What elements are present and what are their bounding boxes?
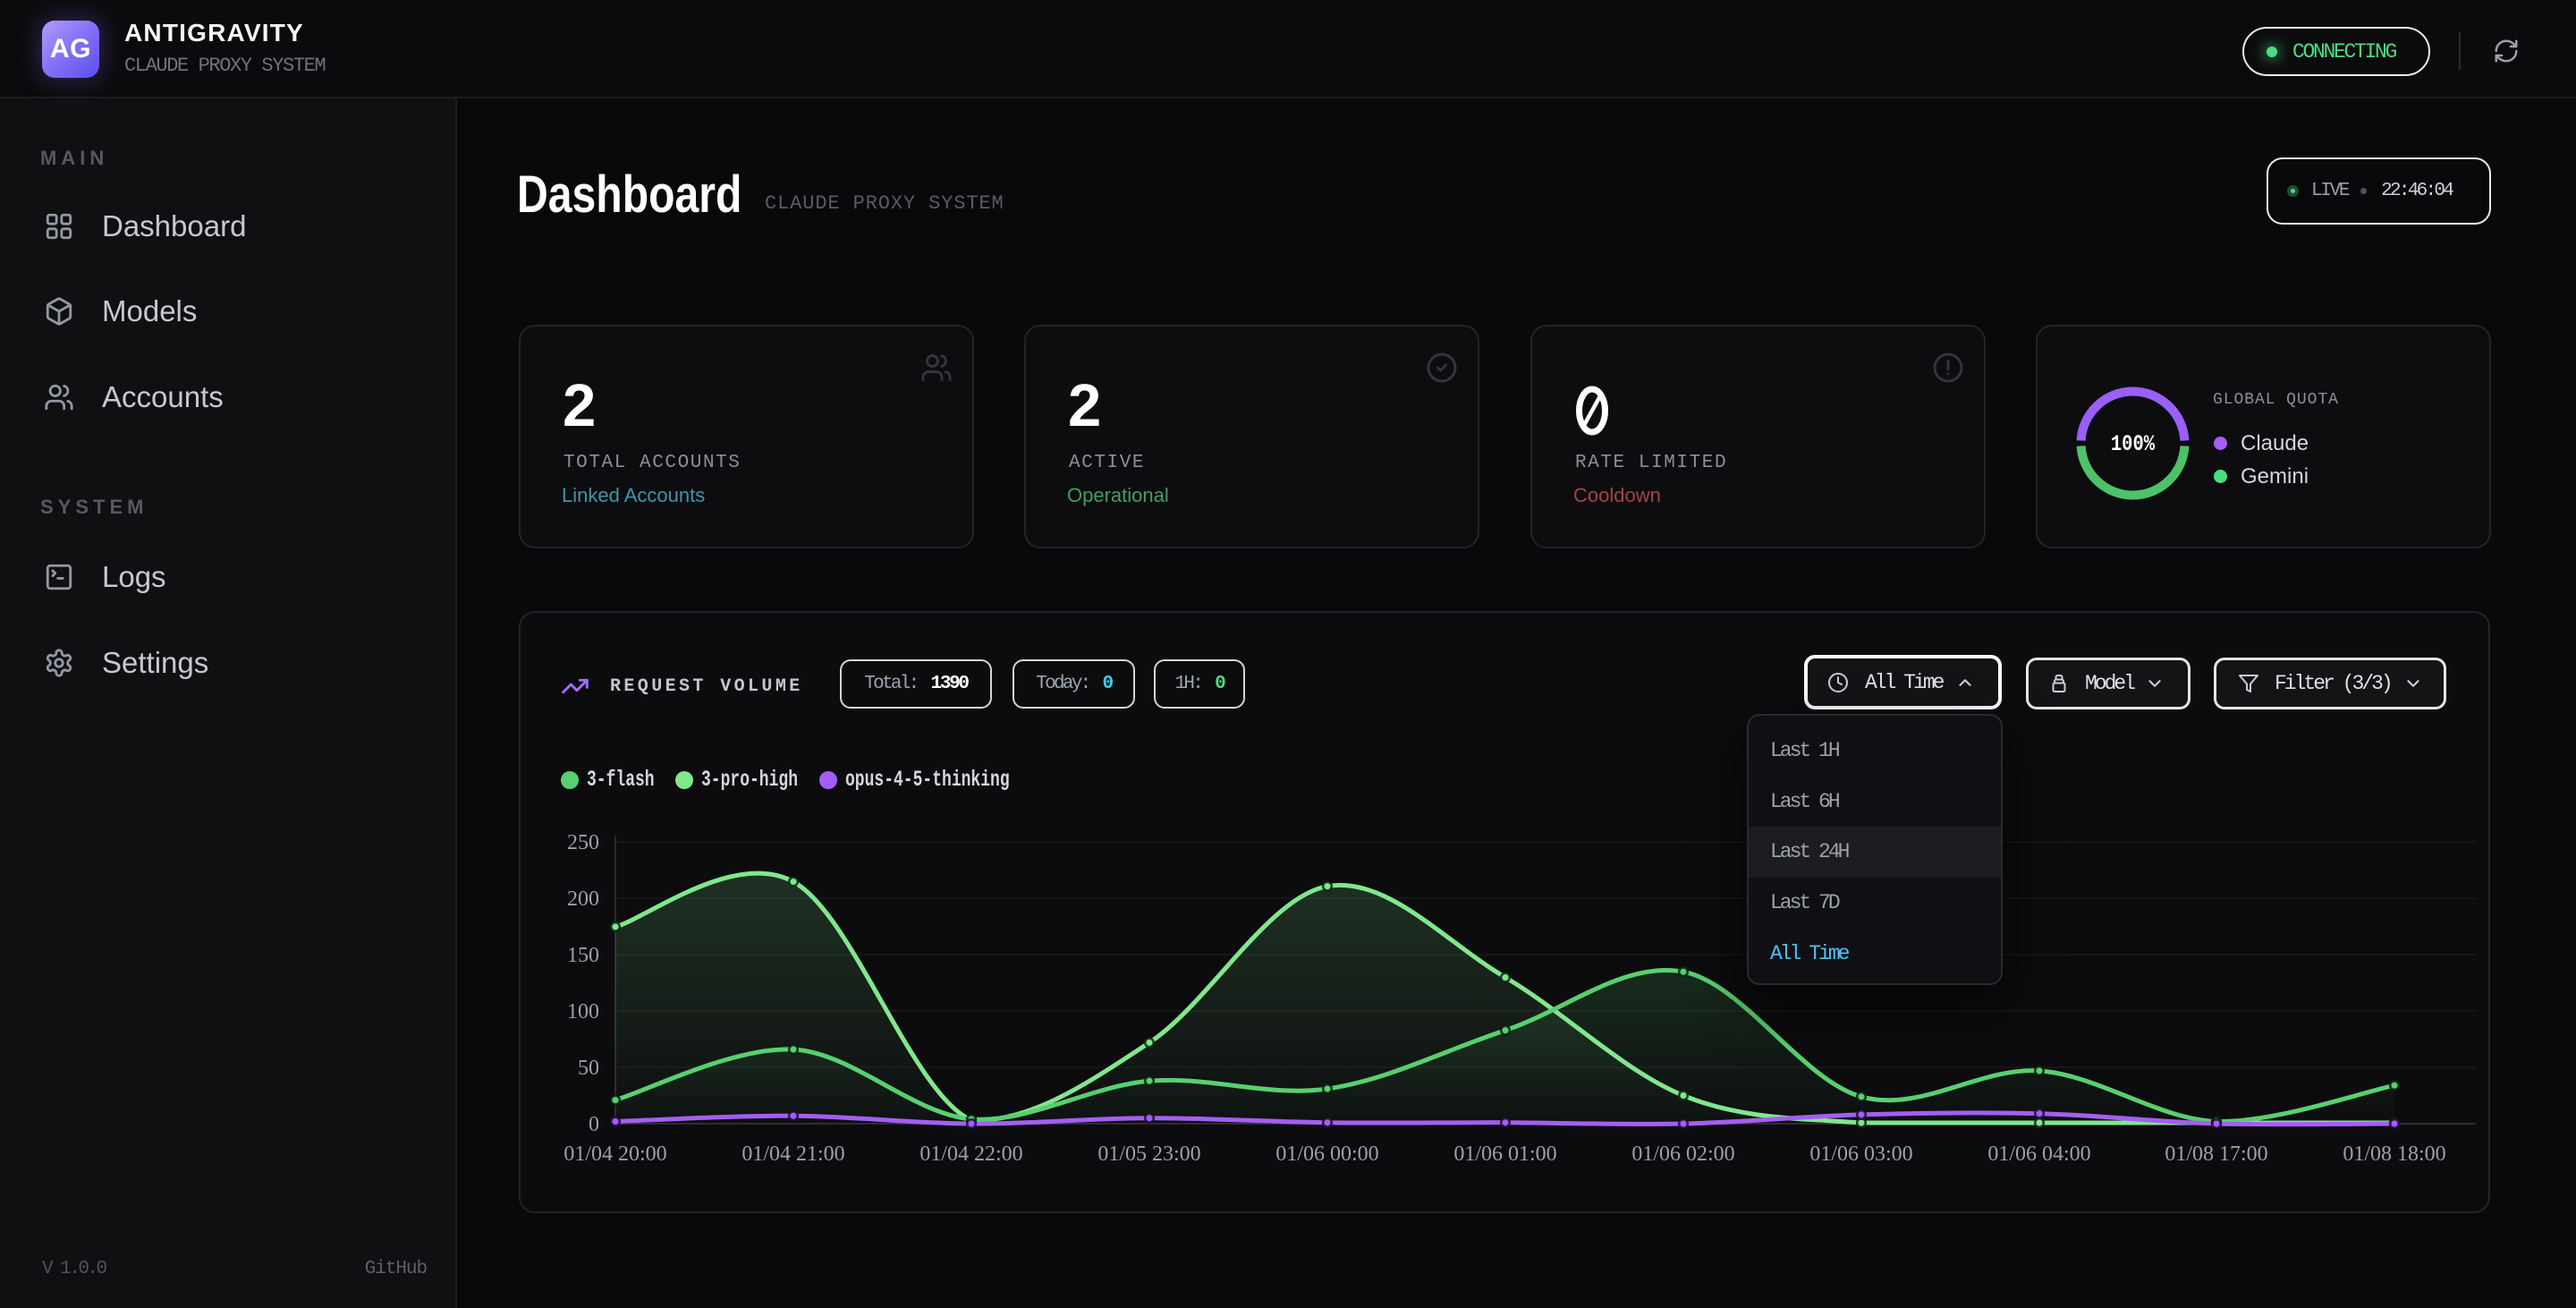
- svg-text:01/08 17:00: 01/08 17:00: [2165, 1142, 2267, 1166]
- svg-text:01/06 04:00: 01/06 04:00: [1987, 1142, 2090, 1166]
- svg-text:200: 200: [567, 888, 599, 911]
- svg-text:01/06 00:00: 01/06 00:00: [1275, 1142, 1378, 1166]
- svg-text:50: 50: [578, 1057, 599, 1080]
- svg-text:250: 250: [567, 831, 599, 854]
- svg-text:01/04 21:00: 01/04 21:00: [741, 1142, 844, 1166]
- svg-text:01/04 20:00: 01/04 20:00: [564, 1142, 666, 1166]
- svg-text:150: 150: [567, 944, 599, 967]
- svg-text:01/06 03:00: 01/06 03:00: [1809, 1142, 1912, 1166]
- svg-text:100: 100: [567, 1000, 599, 1023]
- svg-text:01/04 22:00: 01/04 22:00: [919, 1142, 1022, 1166]
- svg-text:01/06 01:00: 01/06 01:00: [1453, 1142, 1556, 1166]
- svg-text:100%: 100%: [2111, 431, 2155, 456]
- svg-text:01/08 18:00: 01/08 18:00: [2343, 1142, 2445, 1166]
- svg-text:0: 0: [589, 1113, 599, 1136]
- svg-text:01/05 23:00: 01/05 23:00: [1097, 1142, 1200, 1166]
- svg-text:01/06 02:00: 01/06 02:00: [1631, 1142, 1734, 1166]
